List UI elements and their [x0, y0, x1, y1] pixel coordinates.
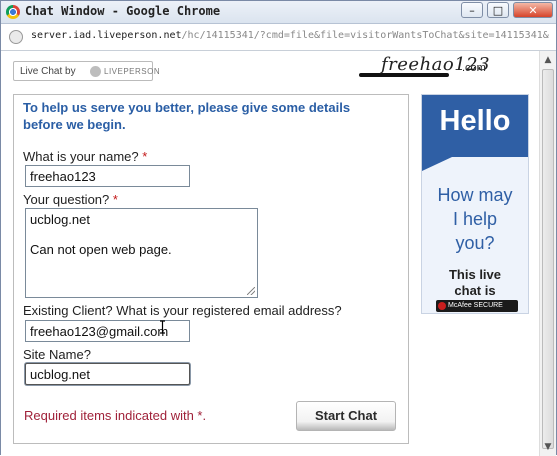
prechat-form: To help us serve you better, please give…: [13, 94, 409, 444]
resize-handle-icon[interactable]: [247, 287, 255, 295]
window-title: Chat Window - Google Chrome: [25, 4, 221, 18]
site-name-label: Site Name?: [23, 347, 91, 362]
question-line: ucblog.net: [30, 212, 90, 227]
chat-ad-banner[interactable]: Hello How may I help you? This live chat…: [421, 94, 529, 314]
ad-hello: Hello: [439, 105, 511, 137]
ad-question: How may I help you?: [422, 183, 528, 255]
maximize-button[interactable]: □: [487, 2, 509, 18]
site-logo-suffix: .com: [462, 62, 486, 74]
ad-live-line: This live: [448, 267, 502, 282]
site-name-input[interactable]: ucblog.net: [25, 363, 190, 385]
ad-question-line: you?: [455, 233, 495, 253]
scroll-down-icon[interactable]: ▼: [541, 440, 555, 454]
ad-question-line: How may: [437, 185, 513, 205]
form-intro: To help us serve you better, please give…: [23, 100, 351, 132]
required-note: Required items indicated with *.: [24, 408, 207, 423]
vertical-scrollbar[interactable]: ▲ ▼: [539, 51, 556, 456]
required-star: *: [142, 149, 148, 164]
text-cursor-icon: [160, 320, 165, 334]
required-star: *: [112, 192, 118, 207]
scroll-thumb[interactable]: [542, 69, 554, 449]
question-label: Your question? *: [23, 192, 118, 207]
close-button[interactable]: ✕: [513, 2, 553, 18]
mcafee-secure-badge: McAfee SECURE: [436, 300, 518, 312]
name-label: What is your name? *: [23, 149, 147, 164]
ad-bubble-tail: [422, 157, 452, 171]
question-line: Can not open web page.: [30, 242, 172, 257]
mcafee-badge-text: McAfee SECURE: [448, 302, 503, 309]
start-chat-button[interactable]: Start Chat: [296, 401, 396, 431]
scroll-up-icon[interactable]: ▲: [541, 53, 555, 67]
browser-window: Chat Window - Google Chrome – □ ✕ server…: [0, 0, 557, 456]
page-globe-icon: [9, 30, 23, 44]
minimize-button[interactable]: –: [461, 2, 483, 18]
url-host: server.iad.liveperson.net: [31, 30, 182, 41]
site-logo: freehao123 .com: [359, 53, 499, 85]
liveperson-name: LIVEPERSON: [104, 67, 161, 76]
name-input[interactable]: freehao123: [25, 165, 190, 187]
ad-live-text: This live chat is: [422, 267, 528, 299]
question-line: [30, 227, 253, 242]
mcafee-shield-icon: [438, 302, 446, 310]
liveperson-badge[interactable]: Live Chat by LIVEPERSON: [13, 61, 160, 81]
question-textarea[interactable]: ucblog.net Can not open web page.: [25, 208, 258, 298]
ad-live-line: chat is: [454, 283, 496, 298]
ad-speech-bubble: Hello: [422, 95, 528, 157]
ad-question-line: I help: [452, 209, 498, 229]
name-label-text: What is your name?: [23, 149, 139, 164]
liveperson-prefix: Live Chat by: [20, 66, 76, 77]
page-content: Live Chat by LIVEPERSON freehao123 .com …: [1, 51, 539, 456]
liveperson-logo-icon: [90, 66, 101, 77]
email-label: Existing Client? What is your registered…: [23, 303, 342, 318]
address-bar[interactable]: server.iad.liveperson.net/hc/14115341/?c…: [1, 24, 556, 51]
url-text[interactable]: server.iad.liveperson.net/hc/14115341/?c…: [31, 30, 551, 41]
question-label-text: Your question?: [23, 192, 110, 207]
title-bar: Chat Window - Google Chrome – □ ✕: [1, 1, 556, 24]
chrome-icon: [6, 5, 20, 19]
url-path: /hc/14115341/?cmd=file&file=visitorWants…: [181, 30, 549, 41]
